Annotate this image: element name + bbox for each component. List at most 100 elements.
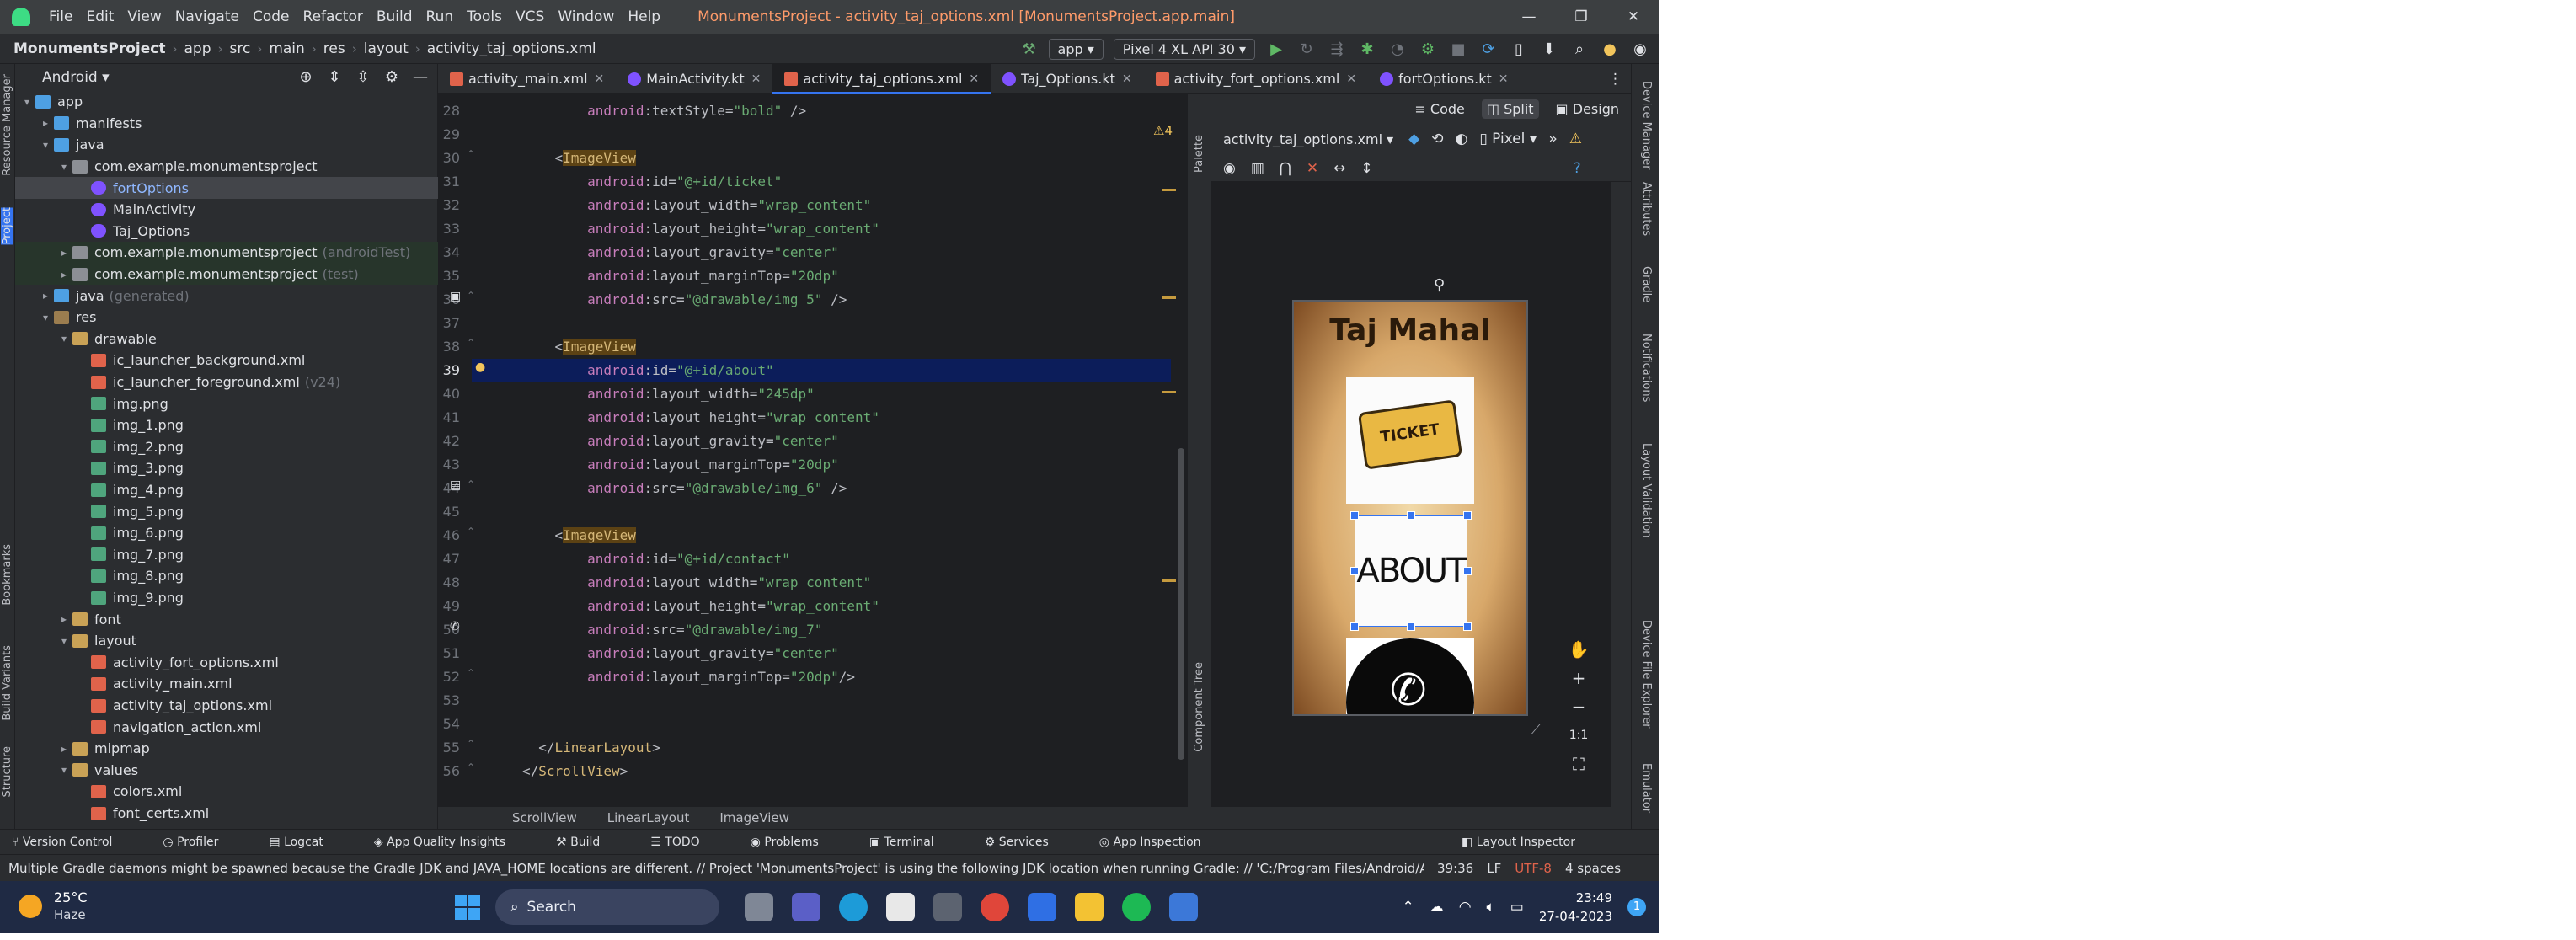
chrome-icon[interactable] [981, 893, 1009, 921]
design-canvas[interactable]: ⚲ Taj Mahal TICKET ABOUT ✆ ⟋ ✋ + − 1:1 ⛶ [1211, 182, 1611, 807]
resize-handle[interactable] [1350, 622, 1359, 631]
code-line[interactable]: android:src="@drawable/img_5" /> [522, 288, 1171, 312]
app-inspection-tab[interactable]: ◎ App Inspection [1099, 836, 1227, 849]
todo-tab[interactable]: ☰ TODO [650, 836, 724, 849]
code-line[interactable]: android:src="@drawable/img_7" [522, 618, 1171, 642]
warning-marker[interactable] [1162, 189, 1176, 191]
apply-changes-icon[interactable]: ⇶ [1326, 38, 1348, 60]
tree-node[interactable]: img_5.png [15, 500, 438, 522]
editor-tab[interactable]: activity_main.xml ✕ [438, 64, 616, 94]
layout-file-select[interactable]: activity_taj_options.xml ▾ [1223, 131, 1393, 147]
code-line[interactable]: <ImageView [522, 147, 1171, 170]
close-icon[interactable]: ✕ [1346, 72, 1356, 86]
tree-node[interactable]: ic_launcher_background.xml [15, 350, 438, 371]
breadcrumb-item[interactable]: layout [364, 40, 409, 57]
code-line[interactable]: <ImageView [522, 524, 1171, 547]
code-line[interactable]: android:layout_width="wrap_content" [522, 571, 1171, 595]
resize-handle[interactable] [1350, 511, 1359, 520]
device-select[interactable]: ▯ Pixel ▾ [1479, 131, 1537, 147]
tree-node[interactable]: ▸ mipmap [15, 738, 438, 760]
more-icon[interactable]: » [1548, 131, 1557, 147]
layers-icon[interactable]: ◆ [1408, 131, 1419, 147]
zoom-out-icon[interactable]: − [1563, 692, 1594, 721]
tree-node[interactable]: fortOptions [15, 177, 438, 199]
bulb-icon[interactable]: ● [475, 361, 485, 374]
close-icon[interactable]: ✕ [1122, 72, 1132, 86]
code-line[interactable]: android:layout_marginTop="20dp"/> [522, 665, 1171, 689]
tree-node[interactable]: img_8.png [15, 565, 438, 587]
breadcrumb-item[interactable]: app [184, 40, 211, 57]
code-line[interactable] [522, 312, 1171, 335]
volume-icon[interactable]: 🔈︎ [1487, 899, 1495, 916]
menu-view[interactable]: View [127, 8, 161, 25]
editor-tab[interactable]: fortOptions.kt ✕ [1368, 64, 1520, 94]
breadcrumb-item[interactable]: src [229, 40, 250, 57]
avatar[interactable]: ◉ [1629, 38, 1651, 60]
palette-tab[interactable]: Palette [1193, 135, 1205, 173]
magnet-icon[interactable]: ⋂ [1280, 160, 1291, 177]
code-line[interactable] [522, 713, 1171, 736]
device-manager-tab[interactable]: Device Manager [1640, 81, 1653, 170]
device-manager-icon[interactable]: ▯ [1508, 38, 1530, 60]
menu-build[interactable]: Build [377, 8, 413, 25]
version-control-tab[interactable]: ⑂ Version Control [12, 836, 137, 849]
chevron-down-icon[interactable]: ▾ [56, 635, 72, 647]
fold-marker-icon[interactable]: ⌃ [467, 290, 475, 302]
build-variants-tab[interactable]: Build Variants [1, 645, 13, 721]
settings-app-icon[interactable] [933, 893, 962, 921]
close-icon[interactable]: ✕ [969, 72, 979, 86]
menu-run[interactable]: Run [426, 8, 454, 25]
breadcrumb-item[interactable]: MonumentsProject [13, 40, 165, 57]
line-separator[interactable]: LF [1487, 861, 1501, 876]
layout-inspector-tab[interactable]: ◧ Layout Inspector [1462, 836, 1601, 849]
menu-navigate[interactable]: Navigate [175, 8, 239, 25]
notifications-tab[interactable]: Notifications [1640, 334, 1653, 402]
chevron-up-icon[interactable]: ⌃ [1402, 899, 1414, 916]
vertical-resize-icon[interactable]: ↕ [1360, 160, 1372, 177]
chevron-down-icon[interactable]: ▾ [56, 161, 72, 173]
chevron-right-icon[interactable]: ▸ [37, 117, 54, 129]
resize-handle[interactable] [1407, 511, 1415, 520]
build-tab[interactable]: ⚒ Build [556, 836, 625, 849]
close-icon[interactable]: ✕ [1607, 0, 1659, 34]
app-quality-insights-tab[interactable]: ◈ App Quality Insights [374, 836, 531, 849]
project-tab[interactable]: Project [1, 207, 13, 245]
notification-badge[interactable]: 1 [1627, 898, 1646, 916]
editor-scrollbar[interactable] [1178, 448, 1184, 760]
code-line[interactable]: android:src="@drawable/img_6" /> [522, 477, 1171, 500]
menu-vcs[interactable]: VCS [516, 8, 544, 25]
services-tab[interactable]: ⚙ Services [985, 836, 1074, 849]
tree-node[interactable]: img_7.png [15, 544, 438, 566]
orientation-icon[interactable]: ⟲ [1431, 131, 1443, 147]
tree-node[interactable]: activity_taj_options.xml [15, 695, 438, 717]
tree-node[interactable]: ▾ values [15, 760, 438, 782]
code-line[interactable]: android:layout_height="wrap_content" [522, 217, 1171, 241]
tree-node[interactable]: MainActivity [15, 199, 438, 221]
horizontal-resize-icon[interactable]: ↔ [1333, 160, 1345, 177]
task-view-icon[interactable] [745, 893, 773, 921]
gear-icon[interactable]: ⚙ [382, 67, 402, 88]
tree-node[interactable]: navigation_action.xml [15, 716, 438, 738]
device-select[interactable]: Pixel 4 XL API 30 ▾ [1113, 38, 1255, 60]
warning-icon[interactable]: ⚠ [1569, 131, 1582, 147]
hide-icon[interactable]: — [410, 67, 430, 88]
menu-refactor[interactable]: Refactor [303, 8, 363, 25]
component-tree-tab[interactable]: Component Tree [1193, 662, 1205, 752]
tree-node[interactable]: ic_launcher_foreground.xml (v24) [15, 371, 438, 393]
editor-tab[interactable]: MainActivity.kt ✕ [616, 64, 772, 94]
sdk-manager-icon[interactable]: ⬇ [1538, 38, 1560, 60]
chevron-down-icon[interactable]: ▾ [56, 333, 72, 344]
code-mode-button[interactable]: ≡ Code [1409, 99, 1469, 119]
project-view-select[interactable]: Android ▾ [42, 69, 110, 86]
wifi-icon[interactable]: ◠ [1459, 899, 1472, 916]
design-mode-button[interactable]: ▣ Design [1551, 99, 1624, 119]
chevron-down-icon[interactable]: ▾ [56, 764, 72, 776]
resource-manager-tab[interactable]: Resource Manager [1, 74, 13, 176]
clock[interactable]: 23:49 27-04-2023 [1539, 889, 1612, 926]
sync-gradle-icon[interactable]: ⟳ [1478, 38, 1499, 60]
crumb-imageview[interactable]: ImageView [719, 810, 789, 825]
code-editor[interactable]: 28 29 30 31 32 33 34 35 36 37 38 39 40 41 42 43 44 45 46 47… [438, 94, 1188, 807]
crumb-linearlayout[interactable]: LinearLayout [607, 810, 690, 825]
expand-all-icon[interactable]: ⇕ [324, 67, 345, 88]
contact-image[interactable]: ✆ [1346, 638, 1474, 714]
